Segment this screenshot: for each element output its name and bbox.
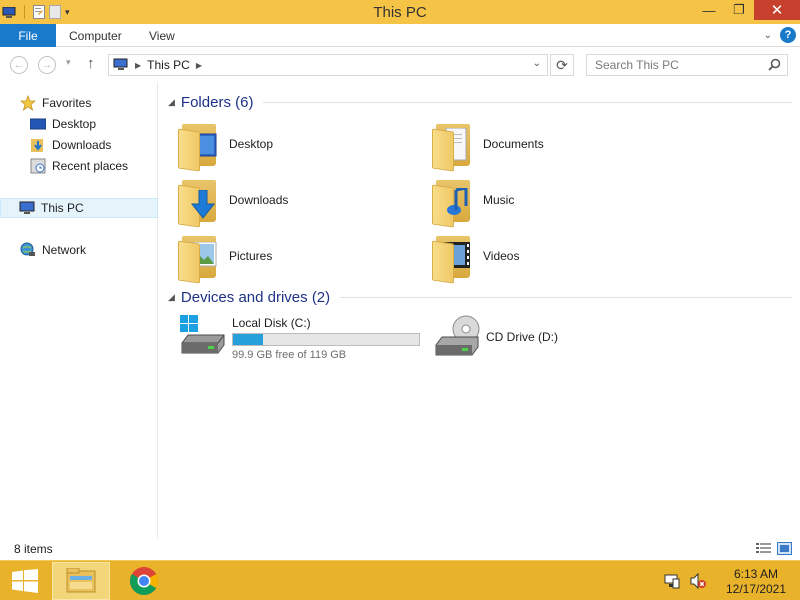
collapse-group-icon[interactable]: ◢ xyxy=(168,292,175,303)
this-pc-icon xyxy=(113,58,129,72)
minimize-button[interactable]: — xyxy=(694,0,724,20)
ribbon-tabs: File Computer View ⌄ ? xyxy=(0,24,800,47)
breadcrumb-arrow-icon[interactable]: ▶ xyxy=(196,61,202,70)
folder-desktop[interactable]: Desktop xyxy=(178,118,418,172)
group-title: Devices and drives (2) xyxy=(180,289,331,306)
drives-group-header[interactable]: ◢ Devices and drives (2) xyxy=(168,289,792,306)
tab-view[interactable]: View xyxy=(149,29,175,43)
volume-muted-icon[interactable] xyxy=(690,572,706,590)
navigation-pane: Favorites Desktop Downloads Recent place… xyxy=(0,82,158,538)
drive-label: CD Drive (D:) xyxy=(486,329,558,344)
recent-places-icon xyxy=(30,158,46,174)
group-divider xyxy=(340,297,792,298)
music-folder-icon xyxy=(432,176,478,228)
title-bar[interactable]: ▾ This PC — ❐ ✕ xyxy=(0,0,800,24)
close-button[interactable]: ✕ xyxy=(754,0,800,20)
up-button[interactable]: ↑ xyxy=(87,55,95,72)
start-button[interactable] xyxy=(12,569,38,593)
downloads-icon xyxy=(30,137,46,153)
drive-local-disk-c[interactable]: Local Disk (C:) 99.9 GB free of 119 GB xyxy=(178,310,420,366)
folder-videos[interactable]: Videos xyxy=(432,230,672,284)
folder-label: Pictures xyxy=(229,249,273,263)
clock[interactable]: 6:13 AM 12/17/2021 xyxy=(716,567,796,596)
help-icon[interactable]: ? xyxy=(780,27,796,43)
address-bar[interactable]: ▶ This PC ▶ ⌄ xyxy=(108,54,548,76)
content-pane: ◢ Folders (6) Desktop Documents Download… xyxy=(160,82,800,538)
sidebar-item-favorites[interactable]: Favorites xyxy=(19,93,92,113)
downloads-folder-icon xyxy=(178,176,224,228)
sidebar-item-recent-places[interactable]: Recent places xyxy=(30,156,128,176)
folder-label: Downloads xyxy=(229,193,289,207)
sidebar-item-label: Recent places xyxy=(52,159,129,173)
folder-downloads[interactable]: Downloads xyxy=(178,174,418,228)
navigation-bar: ← → ▾ ↑ ▶ This PC ▶ ⌄ ⟳ xyxy=(0,48,800,82)
folder-pictures[interactable]: Pictures xyxy=(178,230,418,284)
refresh-button[interactable]: ⟳ xyxy=(550,54,574,76)
search-box[interactable] xyxy=(586,54,788,76)
status-bar: 8 items xyxy=(0,538,800,560)
sidebar-item-network[interactable]: Network xyxy=(20,240,86,260)
drive-cd-d[interactable]: CD Drive (D:) xyxy=(432,310,558,366)
details-view-icon[interactable] xyxy=(756,542,771,555)
forward-button[interactable]: → xyxy=(38,56,56,74)
desktop-icon xyxy=(29,116,47,132)
sidebar-item-this-pc[interactable]: This PC xyxy=(0,198,158,218)
window-title: This PC xyxy=(373,4,427,21)
group-title: Folders (6) xyxy=(180,94,254,111)
group-divider xyxy=(263,102,792,103)
back-button[interactable]: ← xyxy=(10,56,28,74)
folder-music[interactable]: Music xyxy=(432,174,672,228)
desktop-folder-icon xyxy=(178,120,224,172)
documents-folder-icon xyxy=(432,120,478,172)
cd-drive-icon xyxy=(432,315,482,361)
hard-drive-icon xyxy=(178,315,228,361)
sidebar-item-label: Downloads xyxy=(52,138,112,152)
clock-time: 6:13 AM xyxy=(733,566,779,581)
sidebar-item-label: Desktop xyxy=(52,117,97,131)
folder-documents[interactable]: Documents xyxy=(432,118,672,172)
star-icon xyxy=(19,94,37,111)
tab-computer[interactable]: Computer xyxy=(69,29,122,43)
sidebar-item-label: This PC xyxy=(41,201,84,215)
taskbar: 6:13 AM 12/17/2021 xyxy=(0,560,800,600)
taskbar-chrome[interactable] xyxy=(124,562,164,600)
large-icons-view-icon[interactable] xyxy=(777,542,792,555)
folders-group-header[interactable]: ◢ Folders (6) xyxy=(168,94,792,111)
drive-free-space: 99.9 GB free of 119 GB xyxy=(232,348,347,361)
folder-label: Documents xyxy=(483,137,544,151)
search-input[interactable] xyxy=(587,55,757,75)
recent-locations-icon[interactable]: ▾ xyxy=(66,57,71,68)
network-icon xyxy=(20,242,36,258)
chrome-icon xyxy=(130,567,158,595)
address-dropdown-icon[interactable]: ⌄ xyxy=(533,58,541,69)
maximize-button[interactable]: ❐ xyxy=(724,0,754,20)
drive-usage-bar xyxy=(232,332,420,346)
tab-file[interactable]: File xyxy=(0,24,56,47)
taskbar-file-explorer[interactable] xyxy=(52,562,110,600)
file-explorer-icon xyxy=(66,568,96,593)
sidebar-item-label: Network xyxy=(42,243,87,257)
this-pc-icon xyxy=(19,200,35,216)
collapse-group-icon[interactable]: ◢ xyxy=(168,97,175,108)
drive-label: Local Disk (C:) xyxy=(232,315,311,330)
clock-date: 12/17/2021 xyxy=(725,581,787,596)
expand-ribbon-icon[interactable]: ⌄ xyxy=(764,30,772,41)
breadcrumb-arrow-icon[interactable]: ▶ xyxy=(135,61,141,70)
folder-label: Music xyxy=(483,193,515,207)
sidebar-item-downloads[interactable]: Downloads xyxy=(30,135,111,155)
network-tray-icon[interactable] xyxy=(664,573,680,589)
system-tray: 6:13 AM 12/17/2021 xyxy=(664,561,800,600)
breadcrumb-this-pc[interactable]: This PC xyxy=(147,58,190,72)
pictures-folder-icon xyxy=(178,232,224,284)
sidebar-item-label: Favorites xyxy=(42,96,92,110)
videos-folder-icon xyxy=(432,232,478,284)
search-icon[interactable] xyxy=(768,58,781,74)
sidebar-item-desktop[interactable]: Desktop xyxy=(29,114,97,134)
folder-label: Desktop xyxy=(229,137,274,151)
item-count: 8 items xyxy=(14,542,53,556)
folder-label: Videos xyxy=(483,249,520,263)
